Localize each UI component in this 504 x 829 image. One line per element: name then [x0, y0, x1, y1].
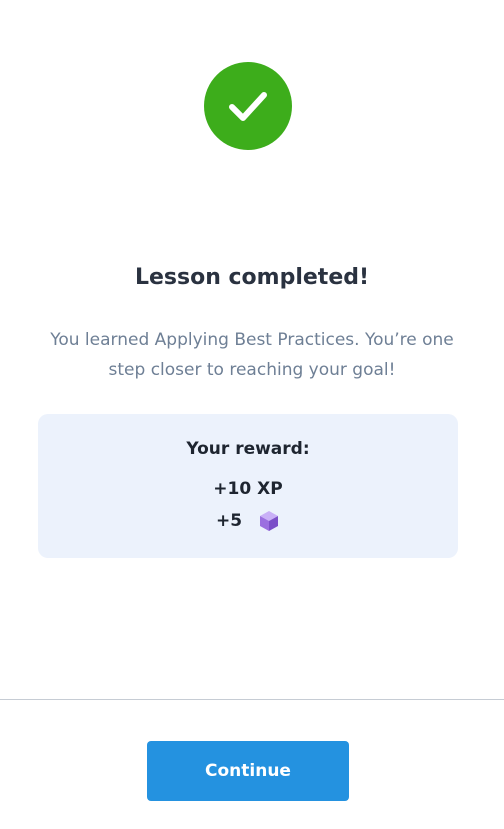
success-badge: [204, 62, 292, 150]
lesson-complete-screen: Lesson completed! You learned Applying B…: [0, 0, 504, 829]
reward-gems: +5: [38, 509, 458, 533]
reward-gems-value: +5: [215, 511, 243, 531]
lesson-message: You learned Applying Best Practices. You…: [50, 330, 454, 380]
reward-xp: +10 XP: [213, 479, 283, 499]
lesson-title: Lesson completed!: [134, 265, 370, 290]
check-icon: [229, 92, 267, 121]
gem-icon: [260, 511, 279, 531]
reward-heading: Your reward:: [186, 439, 310, 459]
footer-divider: [0, 699, 504, 700]
continue-button[interactable]: Continue: [147, 741, 349, 801]
reward-card: Your reward: +10 XP +5: [38, 414, 458, 558]
